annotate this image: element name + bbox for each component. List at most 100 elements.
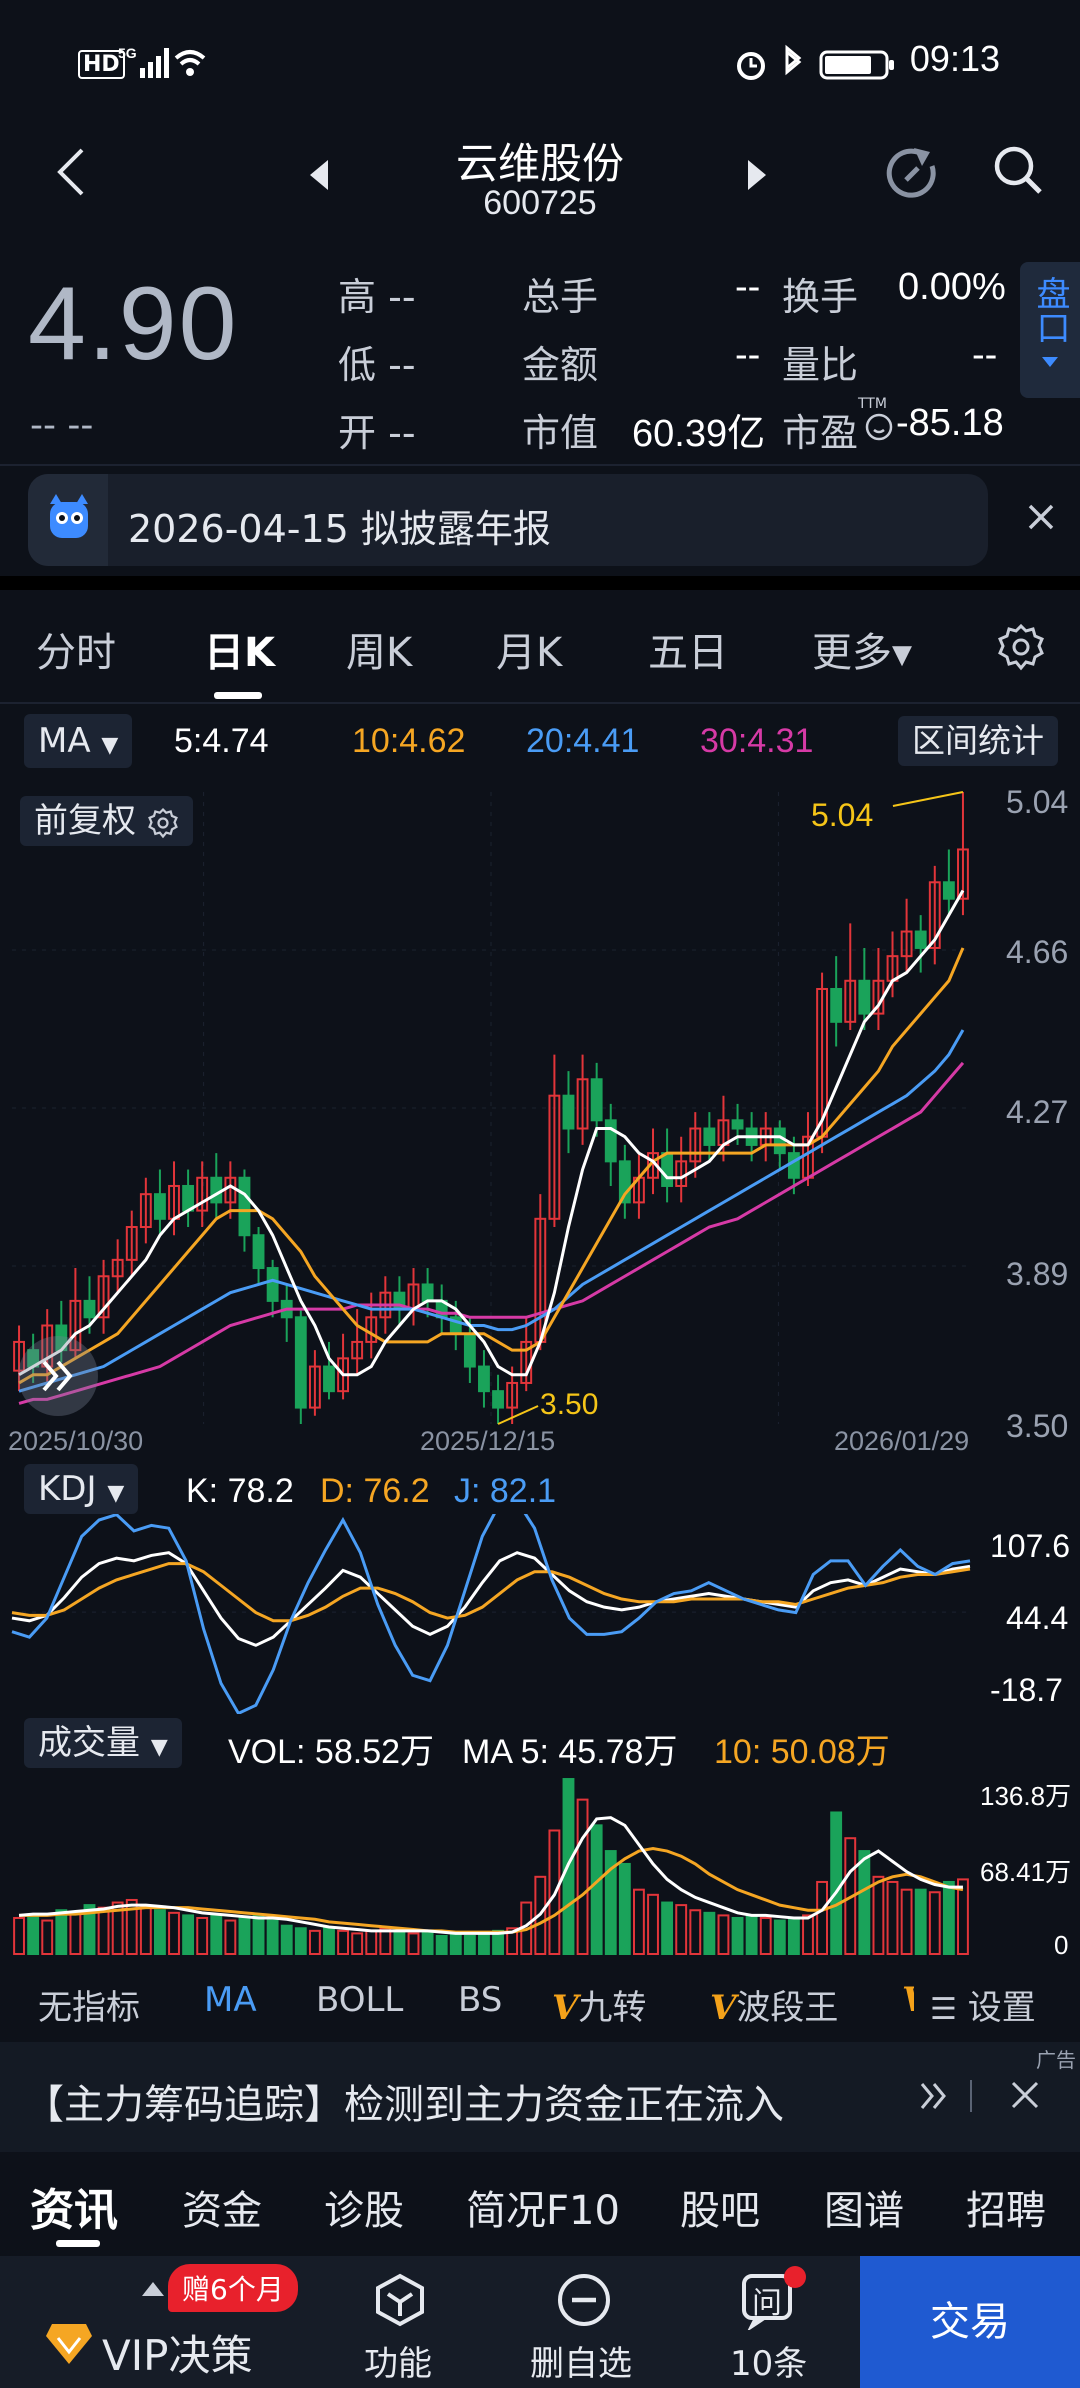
indicator-none[interactable]: 无指标 [38, 1980, 140, 2029]
volume-bar [266, 1919, 279, 1956]
ask-button[interactable]: 问 10条 [676, 2256, 856, 2388]
tab-more[interactable]: 更多▼ [812, 620, 912, 678]
ma5-label: 5:4.74 [174, 722, 269, 760]
ask-glyph: 问 [752, 2286, 782, 2321]
divider [970, 2080, 972, 2112]
volume-selector[interactable]: 成交量 ▼ [24, 1718, 182, 1768]
info-tab-graph[interactable]: 图谱 [824, 2178, 904, 2236]
active-tab-indicator [56, 2240, 100, 2247]
info-tab-jobs[interactable]: 招聘 [966, 2178, 1046, 2236]
info-tab-diagnose[interactable]: 诊股 [324, 2178, 404, 2236]
candle-body [478, 1365, 490, 1393]
y-tick: 3.50 [1006, 1408, 1069, 1444]
kdj-chart[interactable] [0, 1514, 1080, 1714]
min-pointer [497, 1405, 539, 1425]
indicator-more[interactable]: V [902, 1980, 914, 2020]
volume-bar [661, 1901, 674, 1955]
indicator-bs[interactable]: BS [458, 1980, 502, 2020]
notice-text: 2026-04-15 拟披露年报 [128, 507, 551, 551]
signal-wifi-icon: 5G [118, 45, 206, 78]
indicator-boll[interactable]: BOLL [316, 1980, 403, 2020]
kdj-k-label: K: 78.2 [186, 1472, 294, 1510]
ma-selector[interactable]: MA ▼ [24, 714, 133, 768]
info-tab-f10[interactable]: 简况F10 [466, 2178, 620, 2236]
volume-bar [196, 1916, 209, 1955]
y-tick: 4.66 [1006, 934, 1069, 970]
range-stats-button[interactable]: 区间统计 [898, 716, 1058, 766]
y-tick: -18.7 [990, 1672, 1063, 1708]
volume-bar [55, 1909, 68, 1955]
candle-body [942, 881, 955, 900]
candle-body [153, 1193, 166, 1220]
period-tabs: 分时 日K 周K 月K 五日 更多▼ [0, 600, 1080, 700]
volume-bar [463, 1934, 476, 1955]
candle-body [266, 1267, 279, 1302]
low-label: 低 -- [338, 343, 416, 387]
volume-bar [97, 1906, 110, 1955]
tab-week-k[interactable]: 周K [346, 620, 412, 678]
volume-ratio-value: -- [972, 334, 998, 376]
delete-watchlist-button[interactable]: 删自选 [492, 2256, 672, 2388]
caret-up-icon [142, 2282, 164, 2296]
amount-value: -- [735, 334, 761, 376]
info-tab-news[interactable]: 资讯 [30, 2174, 118, 2238]
max-label: 5.04 [811, 797, 873, 833]
ad-banner[interactable]: 【主力筹码追踪】检测到主力资金正在流入 广告 [0, 2042, 1080, 2152]
refresh-icon[interactable] [884, 144, 942, 202]
close-icon[interactable] [1024, 500, 1058, 534]
search-icon[interactable] [990, 142, 1046, 198]
info-tab-forum[interactable]: 股吧 [680, 2178, 760, 2236]
x-date: 2025/10/30 [8, 1426, 144, 1456]
adjust-gear-icon [147, 807, 178, 838]
volume-bar [280, 1924, 293, 1956]
double-chevron-right-icon[interactable] [916, 2078, 952, 2114]
trade-button[interactable]: 交易 [860, 2256, 1080, 2388]
volume-chart[interactable] [0, 1768, 1080, 1960]
notice-banner[interactable]: 2026-04-15 拟披露年报 [28, 474, 988, 566]
indicator-settings[interactable]: ☰ 设置 [930, 1980, 1036, 2029]
indicator-jiuzhuan[interactable]: V九转 [552, 1980, 646, 2029]
indicator-ma[interactable]: MA [204, 1980, 257, 2020]
volume-bar [69, 1911, 82, 1956]
x-date: 2025/12/15 [420, 1426, 556, 1456]
volume-bar [294, 1927, 307, 1956]
candlestick-chart[interactable]: 5.04 3.50 [0, 774, 1080, 1464]
cube-icon [376, 2273, 424, 2327]
tab-day-k[interactable]: 日K [204, 620, 275, 678]
volume-bar [323, 1927, 335, 1956]
function-button[interactable]: 功能 [308, 2256, 488, 2388]
ad-tag: 广告 [1036, 2048, 1076, 2072]
volume-bar [365, 1929, 378, 1955]
expand-chart-button[interactable] [18, 1336, 98, 1416]
volume-ratio-label: 量比 [782, 343, 859, 387]
volume-bar [886, 1880, 899, 1955]
section-separator [0, 576, 1080, 590]
volume-bar [153, 1909, 166, 1955]
volume-bar [337, 1929, 350, 1955]
volume-bar [647, 1893, 659, 1955]
info-smile-icon[interactable] [864, 412, 894, 442]
volume-bar [830, 1811, 843, 1955]
tab-five-day[interactable]: 五日 [648, 620, 728, 678]
volume-bar [27, 1914, 40, 1955]
volume-bar [407, 1932, 420, 1956]
next-stock-icon[interactable] [744, 158, 770, 192]
delete-label: 删自选 [530, 2344, 632, 2384]
divider [0, 702, 1080, 704]
settings-gear-icon[interactable] [996, 622, 1046, 672]
kdj-selector[interactable]: KDJ ▼ [24, 1464, 139, 1514]
volume-bar [858, 1850, 871, 1955]
info-tab-funds[interactable]: 资金 [182, 2178, 262, 2236]
volume-bar [900, 1888, 913, 1955]
indicator-boduan[interactable]: V波段王 [710, 1980, 838, 2029]
candle-body [830, 987, 843, 1023]
adjust-button[interactable]: 前复权 [20, 796, 193, 846]
tab-fenshi[interactable]: 分时 [36, 620, 116, 678]
volume-bar [872, 1875, 885, 1955]
volume-bar [393, 1929, 406, 1955]
close-icon[interactable] [1008, 2078, 1042, 2112]
ma10-label: 10:4.62 [352, 722, 466, 760]
tab-month-k[interactable]: 月K [496, 620, 562, 678]
pankou-button[interactable]: 盘口 [1020, 262, 1080, 398]
volume-bar [731, 1916, 744, 1955]
